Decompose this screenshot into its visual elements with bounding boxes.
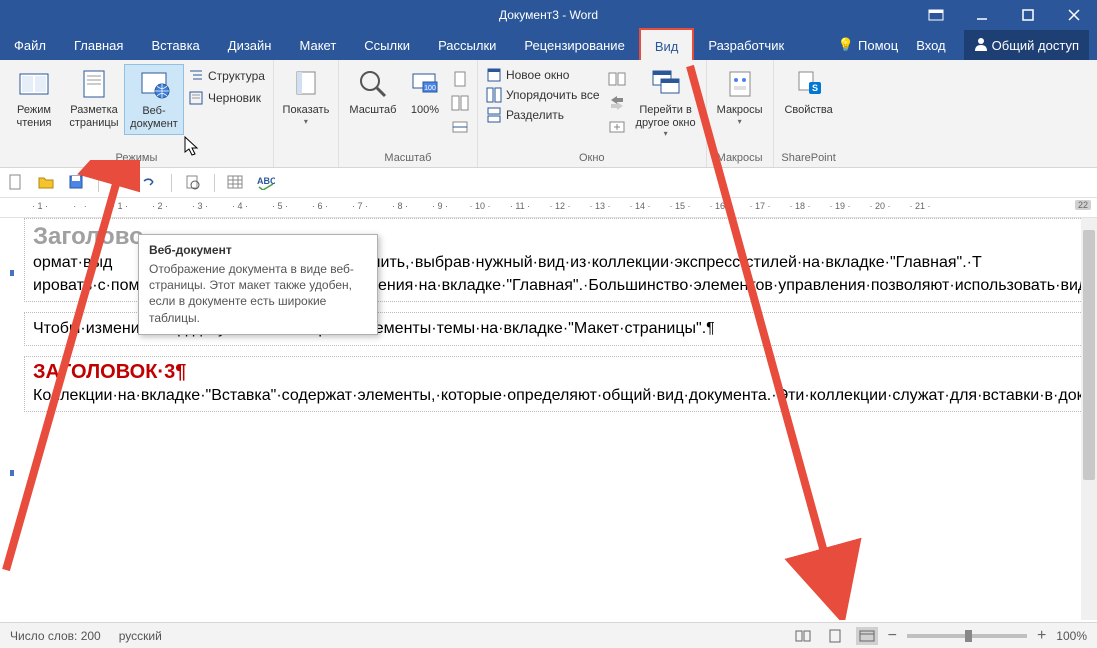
web-layout-icon	[138, 69, 170, 101]
tab-home[interactable]: Главная	[60, 30, 137, 60]
sign-in-button[interactable]: Вход	[902, 30, 959, 60]
tab-review[interactable]: Рецензирование	[510, 30, 638, 60]
zoom-100-icon: 100	[409, 68, 441, 100]
group-zoom: Масштаб 100 100% Масштаб	[339, 60, 478, 167]
side-by-side-icon[interactable]	[608, 70, 626, 88]
language-indicator[interactable]: русский	[119, 629, 162, 643]
arrange-all-button[interactable]: Упорядочить все	[482, 86, 604, 104]
ruler-end-marker: 22	[1075, 200, 1091, 210]
sync-scroll-icon[interactable]	[608, 94, 626, 112]
word-count[interactable]: Число слов: 200	[10, 629, 101, 643]
arrange-all-icon	[486, 87, 502, 103]
show-button[interactable]: Показать ▾	[278, 64, 334, 130]
minimize-button[interactable]	[959, 0, 1005, 30]
read-mode-icon	[18, 68, 50, 100]
ribbon-display-options-icon[interactable]	[913, 0, 959, 30]
read-mode-view-icon[interactable]	[792, 627, 814, 645]
title-bar: Документ3 - Word	[0, 0, 1097, 30]
split-button[interactable]: Разделить	[482, 106, 604, 124]
chevron-down-icon: ▾	[664, 129, 668, 138]
page-width-icon[interactable]	[451, 118, 469, 136]
zoom-slider[interactable]	[907, 634, 1027, 638]
new-window-icon	[486, 67, 502, 83]
web-layout-button[interactable]: Веб-документ	[124, 64, 184, 135]
lightbulb-icon: 💡	[838, 37, 854, 53]
document-title: Документ3 - Word	[499, 8, 598, 22]
zoom-level[interactable]: 100%	[1056, 629, 1087, 643]
tab-design[interactable]: Дизайн	[214, 30, 286, 60]
show-icon	[290, 68, 322, 100]
heading-3[interactable]: ЗАГОЛОВОК·3¶	[33, 361, 1078, 384]
split-icon	[486, 107, 502, 123]
maximize-button[interactable]	[1005, 0, 1051, 30]
table-icon[interactable]	[227, 174, 245, 192]
paragraph-3[interactable]: Коллекции·на·вкладке·"Вставка"·содержат·…	[33, 384, 1078, 407]
tab-layout[interactable]: Макет	[285, 30, 350, 60]
tab-insert[interactable]: Вставка	[137, 30, 213, 60]
draft-icon	[188, 90, 204, 106]
tab-view[interactable]: Вид	[639, 28, 695, 60]
draft-view-button[interactable]: Черновик	[184, 88, 269, 108]
person-icon	[974, 37, 988, 54]
outline-icon	[188, 68, 204, 84]
horizontal-ruler[interactable]: · 1 ·· ·· 1 ·· 2 ·· 3 ·· 4 ·· 5 ·· 6 ·· …	[0, 198, 1097, 218]
outline-view-button[interactable]: Структура	[184, 66, 269, 86]
tab-references[interactable]: Ссылки	[350, 30, 424, 60]
multiple-pages-icon[interactable]	[451, 94, 469, 112]
tell-me-search[interactable]: 💡 Помоц	[838, 37, 898, 53]
ribbon-view-tab: Режим чтения Разметка страницы Веб-докум…	[0, 60, 1097, 168]
group-views: Режим чтения Разметка страницы Веб-докум…	[0, 60, 274, 167]
close-button[interactable]	[1051, 0, 1097, 30]
reset-window-icon[interactable]	[608, 118, 626, 136]
zoom-button[interactable]: Масштаб	[343, 64, 403, 121]
print-layout-button[interactable]: Разметка страницы	[64, 64, 124, 133]
redo-icon[interactable]	[141, 174, 159, 192]
zoom-100-button[interactable]: 100 100%	[403, 64, 447, 121]
scrollbar-thumb[interactable]	[1083, 230, 1095, 480]
annotation-arrow-1	[0, 160, 140, 580]
magnifier-icon	[357, 68, 389, 100]
one-page-icon[interactable]	[451, 70, 469, 88]
tooltip-title: Веб-документ	[149, 243, 367, 257]
tab-developer[interactable]: Разработчик	[694, 30, 798, 60]
svg-text:100: 100	[424, 85, 436, 92]
read-mode-button[interactable]: Режим чтения	[4, 64, 64, 133]
switch-windows-icon	[650, 68, 682, 100]
spelling-icon[interactable]: ABC	[257, 174, 275, 192]
print-layout-icon	[78, 68, 110, 100]
zoom-out-button[interactable]: −	[888, 627, 897, 645]
tab-mailings[interactable]: Рассылки	[424, 30, 510, 60]
print-layout-view-icon[interactable]	[824, 627, 846, 645]
web-layout-view-icon[interactable]	[856, 627, 878, 645]
group-label-window: Окно	[482, 150, 702, 167]
chevron-down-icon: ▾	[304, 117, 308, 126]
zoom-in-button[interactable]: +	[1037, 627, 1046, 645]
status-bar: Число слов: 200 русский − + 100%	[0, 622, 1097, 648]
print-preview-icon[interactable]	[184, 174, 202, 192]
group-window: Новое окно Упорядочить все Разделить	[478, 60, 707, 167]
group-show: Показать ▾	[274, 60, 339, 167]
quick-access-toolbar: ABC	[0, 168, 1097, 198]
tooltip-web-layout: Веб-документ Отображение документа в вид…	[138, 234, 378, 335]
annotation-arrow-2	[680, 60, 880, 620]
tooltip-body: Отображение документа в виде веб-страниц…	[149, 261, 367, 326]
share-button[interactable]: Общий доступ	[964, 30, 1089, 60]
new-window-button[interactable]: Новое окно	[482, 66, 604, 84]
ribbon-tabs: Файл Главная Вставка Дизайн Макет Ссылки…	[0, 30, 1097, 60]
group-label-zoom: Масштаб	[343, 150, 473, 167]
vertical-scrollbar[interactable]	[1081, 218, 1097, 620]
tab-file[interactable]: Файл	[0, 30, 60, 60]
mouse-cursor-icon	[184, 136, 202, 163]
